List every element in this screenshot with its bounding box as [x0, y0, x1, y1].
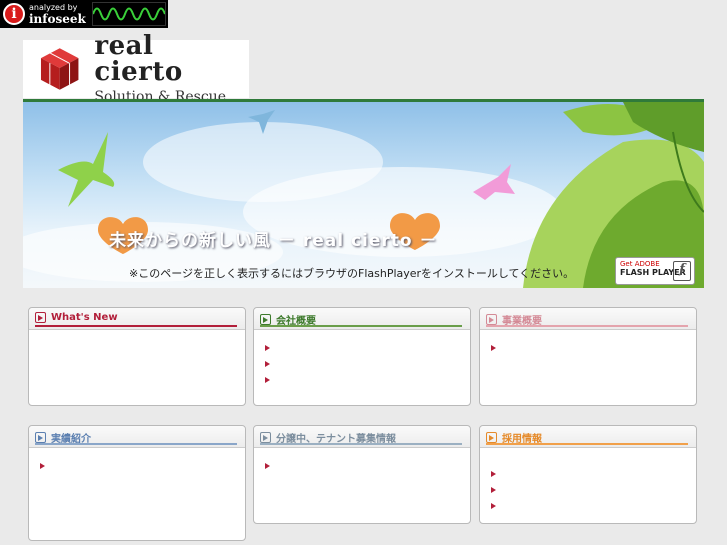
badge-brand-text: infoseek	[29, 11, 86, 26]
panel-underline	[35, 325, 237, 327]
site-logo[interactable]: real cierto Solution & Rescue	[23, 33, 249, 105]
panel-whats-new: What's New	[28, 307, 246, 406]
panel-sale-tenant-info: 分譲中、テナント募集情報	[253, 425, 471, 524]
panel-list	[254, 448, 470, 476]
infoseek-badge[interactable]: i analyzed by infoseek	[0, 0, 168, 28]
panel-list	[29, 448, 245, 476]
banner-headline: 未来からの新しい風 － real cierto －	[109, 231, 438, 251]
list-item[interactable]	[265, 342, 470, 358]
panel-underline	[260, 443, 462, 445]
panel-underline	[486, 443, 688, 445]
panel-business-overview: 事業概要	[479, 307, 697, 406]
list-item[interactable]	[265, 460, 470, 476]
panel-underline	[486, 325, 688, 327]
waveform-icon	[92, 2, 166, 26]
panel-list	[480, 330, 696, 358]
flash-f-icon: f	[673, 261, 691, 281]
panel-list	[254, 330, 470, 390]
banner-artwork	[23, 102, 704, 288]
red-cube-icon	[40, 48, 79, 90]
panel-underline	[35, 443, 237, 445]
play-arrow-icon	[486, 432, 497, 443]
play-arrow-icon	[260, 314, 271, 325]
list-item[interactable]	[491, 500, 696, 516]
panel-list	[480, 448, 696, 516]
list-item[interactable]	[491, 484, 696, 500]
brand-name: real cierto	[94, 31, 183, 87]
panel-company-overview: 会社概要	[253, 307, 471, 406]
play-arrow-icon	[35, 312, 46, 323]
flash-notice: ※このページを正しく表示するにはブラウザのFlashPlayerをインストールし…	[129, 267, 575, 280]
panel-recruitment: 採用情報	[479, 425, 697, 524]
list-item[interactable]	[491, 342, 696, 358]
list-item[interactable]	[40, 460, 245, 476]
panel-underline	[260, 325, 462, 327]
badge-small-text: analyzed by	[29, 2, 78, 12]
play-arrow-icon	[486, 314, 497, 325]
get-flash-player-button[interactable]: Get ADOBE FLASH PLAYER f	[615, 257, 695, 285]
panel-track-record: 実績紹介	[28, 425, 246, 541]
list-item[interactable]	[491, 468, 696, 484]
list-item[interactable]	[265, 358, 470, 374]
info-i-icon: i	[3, 3, 25, 25]
hero-banner: 未来からの新しい風 － real cierto － ※このページを正しく表示する…	[23, 102, 704, 288]
play-arrow-icon	[35, 432, 46, 443]
play-arrow-icon	[260, 432, 271, 443]
green-bird-icon	[58, 132, 115, 207]
panel-whats-new-heading[interactable]: What's New	[35, 312, 118, 323]
panel-title: What's New	[51, 312, 118, 323]
list-item[interactable]	[265, 374, 470, 390]
